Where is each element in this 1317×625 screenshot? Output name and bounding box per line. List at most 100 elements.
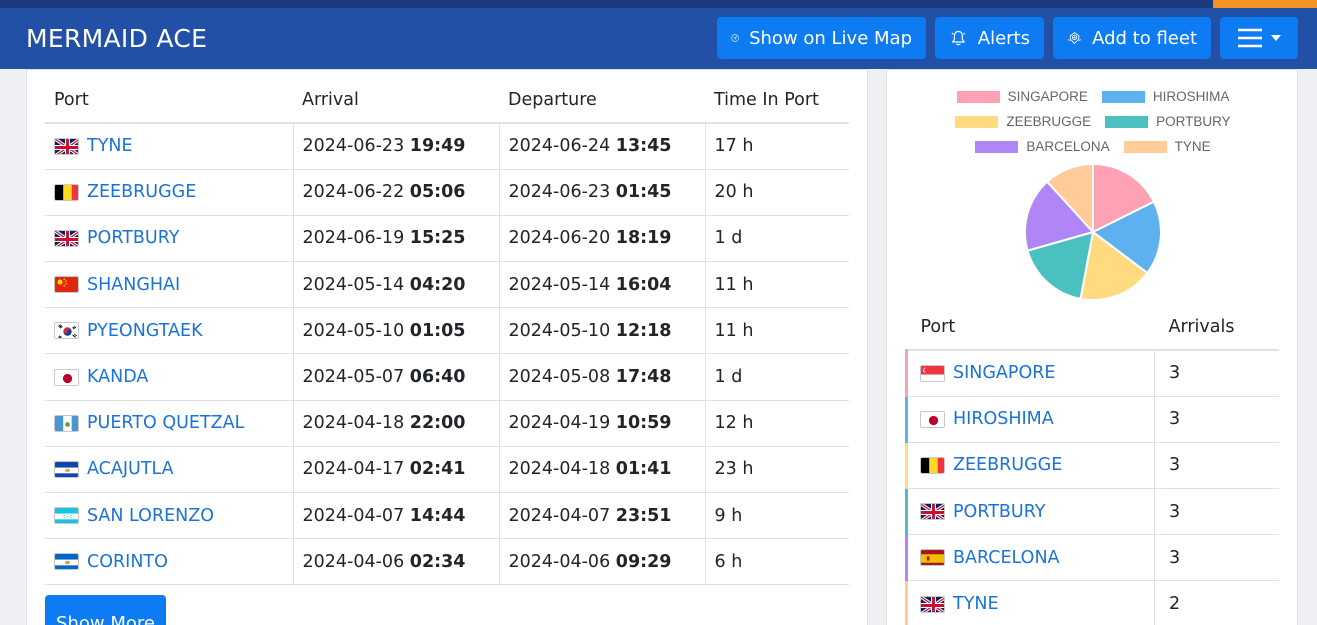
legend-item[interactable]: TYNE (1123, 139, 1211, 154)
departure-date: 2024-04-18 (508, 459, 611, 480)
departure-cell: 2024-06-20 18:19 (499, 215, 706, 263)
arrival-time: 22:00 (409, 413, 466, 434)
departure-date: 2024-04-07 (508, 505, 611, 526)
flag-jp-icon (920, 410, 945, 428)
arrival-time: 14:44 (409, 505, 466, 526)
port-cell: ACAJUTLA (45, 446, 294, 494)
port-cell: CORINTO (45, 538, 294, 586)
departure-cell: 2024-05-08 17:48 (499, 353, 706, 401)
port-link[interactable]: ACAJUTLA (87, 459, 174, 479)
legend-item[interactable]: SINGAPORE (956, 89, 1088, 104)
port-link[interactable]: CORINTO (87, 552, 168, 572)
arrival-port-link[interactable]: ZEEBRUGGE (953, 455, 1062, 475)
legend-swatch (956, 90, 1000, 103)
port-call-row: CORINTO 2024-04-06 02:34 2024-04-06 09:29 6… (45, 538, 849, 586)
departure-cell: 2024-05-10 12:18 (499, 307, 706, 355)
departure-cell: 2024-04-06 09:29 (499, 538, 706, 586)
port-link[interactable]: PUERTO QUETZAL (87, 413, 244, 433)
arrival-port-cell: PORTBURY (905, 488, 1155, 536)
legend-label: PORTBURY (1156, 114, 1231, 129)
port-cell: SAN LORENZO (45, 492, 294, 540)
flag-gt-icon (54, 414, 79, 432)
alerts-button[interactable]: Alerts (935, 17, 1044, 59)
departure-cell: 2024-04-07 23:51 (499, 492, 706, 540)
arrival-port-link[interactable]: PORTBURY (953, 502, 1045, 522)
departure-time: 16:04 (615, 274, 672, 295)
legend-item[interactable]: HIROSHIMA (1101, 89, 1229, 104)
arrival-date: 2024-04-17 (302, 459, 405, 480)
ship-plus-icon (1067, 32, 1082, 44)
arrival-cell: 2024-05-10 01:05 (293, 307, 500, 355)
arrivals-header-row: Port Arrivals (906, 304, 1279, 351)
time-in-port-cell: 17 h (705, 123, 849, 170)
arrival-date: 2024-05-10 (302, 320, 405, 341)
flag-es-icon (920, 549, 945, 567)
port-call-row: TYNE 2024-06-23 19:49 2024-06-24 13:45 17 h (45, 123, 849, 170)
arrival-date: 2024-05-07 (302, 367, 405, 388)
flag-be-icon (920, 456, 945, 474)
arrival-row: PORTBURY 3 (905, 488, 1279, 536)
show-on-live-map-label: Show on Live Map (749, 27, 912, 49)
col-time-in-port: Time In Port (705, 77, 849, 124)
arrival-port-cell: SINGAPORE (905, 350, 1155, 397)
port-cell: KANDA (45, 353, 294, 401)
port-call-row: KANDA 2024-05-07 06:40 2024-05-08 17:48 1 d (45, 353, 849, 401)
port-call-row: PYEONGTAEK 2024-05-10 01:05 2024-05-10 12:… (45, 307, 849, 355)
arrival-port-link[interactable]: TYNE (953, 594, 999, 614)
departure-time: 13:45 (615, 136, 672, 157)
legend-label: ZEEBRUGGE (1006, 114, 1092, 129)
port-link[interactable]: SAN LORENZO (87, 506, 214, 526)
legend-item[interactable]: ZEEBRUGGE (955, 114, 1091, 129)
departure-time: 09:29 (615, 551, 672, 572)
arrival-count-cell: 3 (1154, 488, 1279, 536)
departure-time: 01:41 (615, 459, 672, 480)
arrival-port-cell: ZEEBRUGGE (905, 442, 1155, 490)
arrival-port-link[interactable]: SINGAPORE (953, 363, 1055, 383)
port-call-row: PORTBURY 2024-06-19 15:25 2024-06-20 18:19… (45, 215, 849, 263)
port-link[interactable]: ZEEBRUGGE (87, 182, 196, 202)
port-call-row: SHANGHAI 2024-05-14 04:20 2024-05-14 16:04… (45, 261, 849, 309)
arrival-cell: 2024-05-14 04:20 (293, 261, 500, 309)
arrival-cell: 2024-04-18 22:00 (293, 400, 500, 447)
show-on-live-map-button[interactable]: Show on Live Map (717, 17, 926, 59)
arrival-cell: 2024-04-17 02:41 (293, 446, 500, 494)
arrivals-pie-chart (1024, 162, 1162, 301)
arrival-cell: 2024-06-22 05:06 (293, 169, 500, 216)
departure-time: 18:19 (615, 228, 672, 249)
time-in-port-cell: 11 h (705, 307, 849, 355)
departure-date: 2024-06-20 (508, 228, 611, 249)
departure-cell: 2024-06-23 01:45 (499, 169, 706, 216)
flag-gb-icon (54, 229, 79, 247)
departure-time: 10:59 (615, 413, 672, 434)
time-in-port-cell: 20 h (705, 169, 849, 216)
port-link[interactable]: TYNE (87, 136, 133, 156)
add-to-fleet-button[interactable]: Add to fleet (1053, 17, 1211, 59)
arrival-port-cell: TYNE (905, 580, 1155, 625)
arrival-time: 06:40 (409, 367, 466, 388)
port-link[interactable]: KANDA (87, 367, 148, 387)
departure-date: 2024-06-24 (508, 136, 611, 157)
flag-gb-icon (920, 503, 945, 521)
show-more-button[interactable]: Show More (45, 595, 166, 625)
arrival-count-cell: 3 (1154, 534, 1279, 582)
arrival-date: 2024-06-23 (302, 136, 405, 157)
arrival-port-cell: HIROSHIMA (905, 396, 1155, 443)
arrival-cell: 2024-06-23 19:49 (293, 123, 500, 170)
time-in-port-cell: 12 h (705, 400, 849, 447)
departure-cell: 2024-05-14 16:04 (499, 261, 706, 309)
port-calls-card: Port Arrival Departure Time In Port TYNE… (26, 69, 868, 625)
port-link[interactable]: PORTBURY (87, 228, 179, 248)
legend-item[interactable]: PORTBURY (1105, 114, 1231, 129)
port-link[interactable]: PYEONGTAEK (87, 321, 203, 341)
arrival-port-link[interactable]: HIROSHIMA (953, 409, 1054, 429)
arrival-port-link[interactable]: BARCELONA (953, 548, 1060, 568)
arrival-row: ZEEBRUGGE 3 (905, 442, 1279, 490)
departure-date: 2024-05-14 (508, 274, 611, 295)
flag-gb-icon (54, 137, 79, 155)
legend-item[interactable]: BARCELONA (975, 139, 1110, 154)
arrival-row: SINGAPORE 3 (905, 350, 1279, 397)
flag-sv-icon (54, 460, 79, 478)
menu-dropdown-button[interactable] (1220, 17, 1298, 59)
hamburger-icon (1238, 28, 1262, 48)
port-link[interactable]: SHANGHAI (87, 275, 180, 295)
